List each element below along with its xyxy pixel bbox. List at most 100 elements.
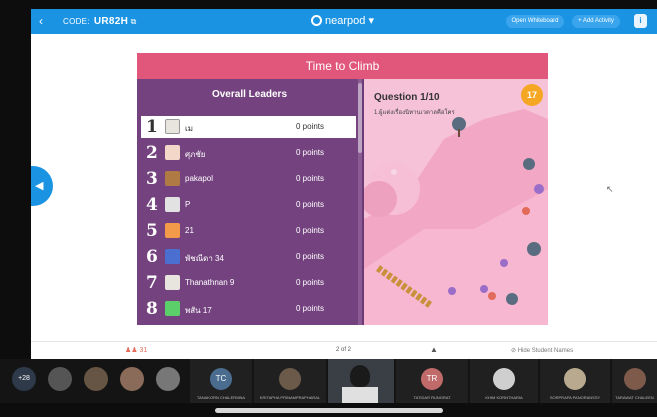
question-text: 1.ผู้แต่งเรื่องนิทานเวตาลคือใคร xyxy=(374,110,455,116)
code-label: CODE: xyxy=(63,17,90,26)
leaderboard-header: Overall Leaders xyxy=(211,89,288,100)
leader-rank: 1 xyxy=(146,117,158,137)
cupcake-icon xyxy=(522,207,530,215)
participant-avatar xyxy=(493,368,515,390)
participant-avatar xyxy=(564,368,586,390)
balloon-icon xyxy=(391,169,397,175)
participant-name: SORPRAPA PANORANSSY xyxy=(549,395,601,400)
tree-icon xyxy=(523,158,535,170)
chevron-up-icon[interactable]: ▲ xyxy=(430,345,438,354)
leaderboard-row: 2 ศุภชัย 0 points xyxy=(141,142,356,164)
participant-avatar[interactable] xyxy=(156,367,180,391)
avatar xyxy=(165,197,180,212)
leader-name: P xyxy=(185,200,191,209)
flower-icon xyxy=(448,287,456,295)
avatar xyxy=(165,223,180,238)
participant-avatar[interactable] xyxy=(84,367,108,391)
open-whiteboard-button[interactable]: Open Whiteboard xyxy=(506,15,564,28)
tree-trunk xyxy=(458,129,460,137)
hide-student-names-toggle[interactable]: ⊘ Hide Student Names xyxy=(511,347,573,354)
leader-name: 21 xyxy=(185,226,194,235)
time-to-climb-activity: Time to Climb Overall Leaders 1 เม 0 poi… xyxy=(137,53,548,325)
participant-name: TATIDAR RUNGRAT xyxy=(413,395,451,400)
leader-points: 0 points xyxy=(296,304,325,313)
avatar xyxy=(165,275,180,290)
participant-avatar[interactable] xyxy=(120,367,144,391)
leader-name: ศุภชัย xyxy=(185,150,206,159)
nearpod-logo[interactable]: nearpod ▾ xyxy=(311,14,374,27)
participant-figure xyxy=(350,365,370,387)
participant-tile[interactable]: TR TATIDAR RUNGRAT xyxy=(396,359,468,403)
flower-icon xyxy=(480,285,488,293)
leader-rank: 4 xyxy=(146,195,158,215)
leader-name: พสัน 17 xyxy=(185,306,212,315)
participant-name: KHIM KORNTHARIA xyxy=(485,395,523,400)
participant-tile[interactable]: TC TANAKORN CHALERMNA xyxy=(190,359,252,403)
leader-points: 0 points xyxy=(296,252,325,261)
leaderboard-row: 8 พสัน 17 0 points xyxy=(141,298,356,320)
activity-title: Time to Climb xyxy=(137,53,548,79)
scrollbar-thumb[interactable] xyxy=(358,83,362,153)
leader-points: 0 points xyxy=(296,226,325,235)
students-count: 31 xyxy=(139,347,148,354)
leaderboard-row: 5 21 0 points xyxy=(141,220,356,242)
participant-tile[interactable]: TARAWAT CHALEEN xyxy=(612,359,657,403)
add-activity-button[interactable]: + Add Activity xyxy=(572,15,620,28)
leader-points: 0 points xyxy=(296,174,325,183)
participant-avatar[interactable] xyxy=(48,367,72,391)
leader-rank: 8 xyxy=(146,299,158,319)
question-number: Question 1/10 xyxy=(374,92,440,103)
home-indicator[interactable] xyxy=(215,408,443,413)
leader-rank: 7 xyxy=(146,273,158,293)
screen: ‹ CODE: UR82H ⧉ nearpod ▾ Open Whiteboard… xyxy=(0,0,657,417)
leader-name: เม xyxy=(185,124,194,133)
participant-initials: TR xyxy=(421,368,443,390)
leaderboard-row: 1 เม 0 points xyxy=(141,116,356,138)
back-icon[interactable]: ‹ xyxy=(39,14,43,28)
session-code[interactable]: CODE: UR82H ⧉ xyxy=(63,16,137,27)
top-bar: ‹ CODE: UR82H ⧉ nearpod ▾ Open Whiteboard… xyxy=(31,9,657,34)
info-icon[interactable]: i xyxy=(634,14,647,28)
avatar xyxy=(165,119,180,134)
leader-name: พัชณีดา 34 xyxy=(185,254,224,263)
participant-name: TANAKORN CHALERMNA xyxy=(196,395,246,400)
leaderboard-row: 7 Thanathnan 9 0 points xyxy=(141,272,356,294)
participant-avatar xyxy=(623,368,646,390)
more-participants-button[interactable]: +28 xyxy=(12,367,36,391)
leaderboard: Overall Leaders 1 เม 0 points 2 ศุภชัย 0… xyxy=(137,79,362,325)
flower-icon xyxy=(534,184,544,194)
leaderboard-row: 4 P 0 points xyxy=(141,194,356,216)
avatar xyxy=(165,249,180,264)
leader-rank: 2 xyxy=(146,143,158,163)
flower-icon xyxy=(500,259,508,267)
participant-video[interactable] xyxy=(328,359,394,403)
cupcake-icon xyxy=(488,292,496,300)
students-button[interactable]: ♟♟ 31 xyxy=(125,346,147,354)
leader-points: 0 points xyxy=(296,200,325,209)
participant-tile[interactable]: KHIM KORNTHARIA xyxy=(470,359,538,403)
logo-text: nearpod xyxy=(325,15,366,27)
participant-name: TARAWAT CHALEEN xyxy=(615,395,654,400)
participant-initials: TC xyxy=(210,368,232,390)
students-icon: ♟♟ xyxy=(125,347,138,354)
tree-icon xyxy=(527,242,541,256)
avatar xyxy=(165,171,180,186)
participant-avatar xyxy=(279,368,301,390)
leader-rank: 5 xyxy=(146,221,158,241)
copy-icon[interactable]: ⧉ xyxy=(131,17,137,26)
chevron-down-icon[interactable]: ▾ xyxy=(368,15,374,27)
video-participants-strip: +28 TC TANAKORN CHALERMNA KRITAPHA PRINA… xyxy=(0,359,657,403)
nearpod-logo-icon xyxy=(311,15,322,26)
countdown-timer: 17 xyxy=(521,84,543,106)
avatar xyxy=(165,145,180,160)
participant-tile[interactable]: KRITAPHA PRINAMPRAPHARAL xyxy=(254,359,326,403)
leaderboard-scrollbar[interactable] xyxy=(358,79,362,325)
leader-name: pakapol xyxy=(185,174,214,183)
participant-tile[interactable]: SORPRAPA PANORANSSY xyxy=(540,359,610,403)
participant-name: KRITAPHA PRINAMPRAPHARAL xyxy=(259,395,321,400)
avatar xyxy=(165,301,180,316)
leaderboard-row: 3 pakapol 0 points xyxy=(141,168,356,190)
eye-off-icon: ⊘ xyxy=(511,348,517,354)
leaderboard-row: 6 พัชณีดา 34 0 points xyxy=(141,246,356,268)
chevron-left-icon: ◀ xyxy=(35,180,44,192)
